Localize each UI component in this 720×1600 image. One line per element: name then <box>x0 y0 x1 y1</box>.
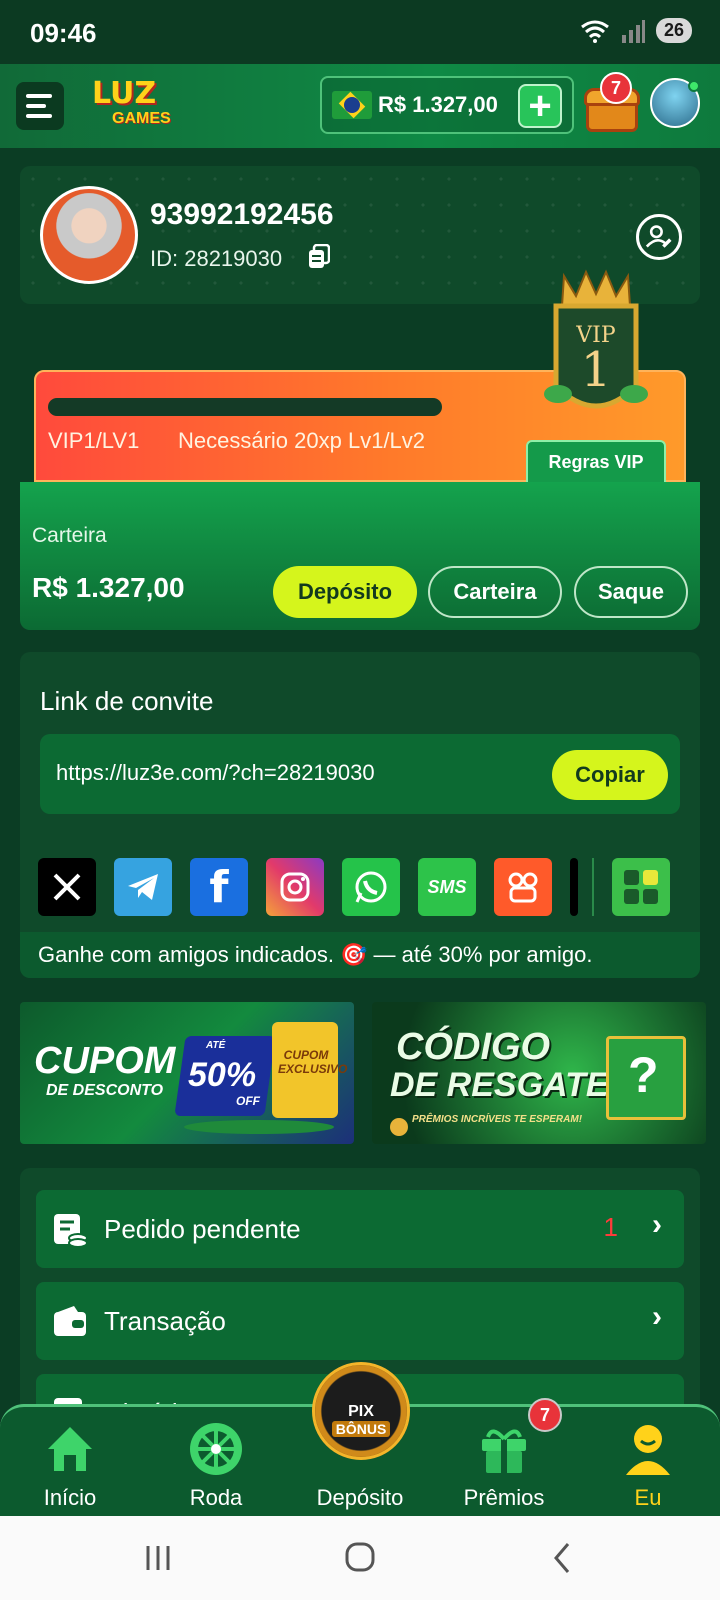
nav-label: Eu <box>634 1485 662 1510</box>
gift-icon <box>482 1429 526 1473</box>
chevron-right-icon: › <box>652 1208 662 1241</box>
edit-profile-icon[interactable] <box>636 214 682 260</box>
clock: 09:46 <box>30 18 97 48</box>
user-icon <box>626 1425 670 1475</box>
copy-link-button[interactable]: Copiar <box>552 750 668 800</box>
withdraw-button[interactable]: Saque <box>574 566 688 618</box>
invite-link-box: https://luz3e.com/?ch=28219030 Copiar <box>40 734 680 814</box>
instagram-icon[interactable] <box>266 858 324 916</box>
home-icon <box>48 1427 92 1471</box>
kwai-icon[interactable] <box>494 858 552 916</box>
username: 93992192456 <box>150 198 334 231</box>
wheel-icon <box>190 1423 242 1475</box>
nav-label: Início <box>43 1485 97 1510</box>
system-nav-bar <box>0 1516 720 1600</box>
chevron-right-icon: › <box>652 1300 662 1333</box>
bonus-label: BÔNUS <box>331 1421 391 1437</box>
pending-count: 1 <box>603 1212 618 1242</box>
coin-icon <box>390 1118 408 1136</box>
copy-icon[interactable] <box>308 244 330 270</box>
add-funds-button[interactable]: + <box>518 84 562 128</box>
brazil-flag-icon <box>332 91 372 119</box>
pix-bonus-button[interactable]: PIX BÔNUS <box>312 1362 410 1460</box>
x-icon[interactable] <box>38 858 96 916</box>
nav-wheel[interactable]: Roda <box>156 1417 276 1513</box>
vip-rules-button[interactable]: Regras VIP <box>526 440 666 484</box>
more-apps-icon[interactable] <box>612 858 670 916</box>
coupon-off: OFF <box>236 1094 260 1108</box>
pending-order-icon <box>54 1214 88 1248</box>
wallet-label: Carteira <box>32 524 107 547</box>
invite-footer-text: Ganhe com amigos indicados. 🎯 — até 30% … <box>38 942 593 967</box>
facebook-icon[interactable]: f <box>190 858 248 916</box>
vip-shield-icon: VIP 1 <box>544 269 648 409</box>
telegram-icon[interactable] <box>114 858 172 916</box>
redeem-subtitle: DE RESGATE <box>390 1066 609 1104</box>
logo-text: LUZ <box>92 76 157 111</box>
user-id: ID: 28219030 <box>150 246 283 271</box>
vip-shield-number: 1 <box>581 342 612 398</box>
header-balance: R$ 1.327,00 <box>378 92 498 117</box>
nav-me[interactable]: Eu <box>588 1417 708 1513</box>
coupon-percent: 50% <box>188 1056 257 1094</box>
nav-label: Depósito <box>316 1485 404 1510</box>
app-header: LUZ GAMES R$ 1.327,00 + 7 <box>0 64 720 148</box>
wallet-icon <box>54 1306 86 1336</box>
wallet-panel: Carteira R$ 1.327,00 Depósito Carteira S… <box>20 482 700 630</box>
redeem-title: CÓDIGO <box>396 1026 551 1068</box>
nav-label: Roda <box>189 1485 243 1510</box>
whatsapp-icon[interactable] <box>342 858 400 916</box>
sms-icon[interactable]: SMS <box>418 858 476 916</box>
redeem-code-banner[interactable]: CÓDIGO DE RESGATE PRÊMIOS INCRÍVEIS TE E… <box>372 1002 706 1144</box>
coupon-exclusive: CUPOM EXCLUSIVO <box>278 1048 348 1076</box>
coupon-title: CUPOM <box>34 1040 176 1082</box>
vip-requirement: Necessário 20xp Lv1/Lv2 <box>178 428 426 453</box>
invite-panel: Link de convite https://luz3e.com/?ch=28… <box>20 652 700 978</box>
invite-link[interactable]: https://luz3e.com/?ch=28219030 <box>56 760 375 786</box>
nav-home[interactable]: Início <box>10 1417 130 1513</box>
home-nav-icon[interactable] <box>340 1536 380 1580</box>
chest-badge: 7 <box>600 72 632 104</box>
status-icons: 26 <box>580 18 692 43</box>
deposit-button[interactable]: Depósito <box>273 566 417 618</box>
wifi-icon <box>581 20 609 43</box>
menu-item-transaction[interactable]: Transação › <box>36 1282 684 1360</box>
pix-label: PIX <box>348 1403 374 1420</box>
vip-progress-bar <box>48 398 442 416</box>
vip-level: VIP1/LV1 <box>48 428 140 453</box>
online-status-dot <box>688 80 700 92</box>
social-divider <box>592 858 594 916</box>
menu-item-label: Pedido pendente <box>104 1214 301 1244</box>
invite-footer: Ganhe com amigos indicados. 🎯 — até 30% … <box>20 932 700 978</box>
menu-item-label: Transação <box>104 1306 226 1336</box>
recent-apps-icon[interactable] <box>140 1536 176 1580</box>
scroll-edge-icon <box>570 858 578 916</box>
status-bar: 09:46 26 <box>0 0 720 64</box>
wallet-amount: R$ 1.327,00 <box>32 572 185 603</box>
menu-button[interactable] <box>16 82 64 130</box>
logo-subtext: GAMES <box>112 110 171 127</box>
coupon-ate: ATÉ <box>206 1040 226 1051</box>
redeem-tagline: PRÊMIOS INCRÍVEIS TE ESPERAM! <box>412 1114 583 1125</box>
coupon-subtitle: DE DESCONTO <box>46 1082 164 1099</box>
wallet-button[interactable]: Carteira <box>428 566 562 618</box>
menu-item-pending-order[interactable]: Pedido pendente 1 › <box>36 1190 684 1268</box>
rewards-badge: 7 <box>528 1398 562 1432</box>
avatar[interactable] <box>40 186 138 284</box>
app-logo[interactable]: LUZ GAMES <box>92 76 212 136</box>
nav-label: Prêmios <box>463 1485 545 1510</box>
signal-icon <box>621 19 645 43</box>
coupon-banner[interactable]: CUPOM DE DESCONTO ATÉ 50% OFF CUPOM EXCL… <box>20 1002 354 1144</box>
back-icon[interactable] <box>548 1536 578 1580</box>
battery-indicator: 26 <box>655 18 692 43</box>
balance-box[interactable]: R$ 1.327,00 + <box>320 76 574 134</box>
invite-title: Link de convite <box>40 686 214 716</box>
